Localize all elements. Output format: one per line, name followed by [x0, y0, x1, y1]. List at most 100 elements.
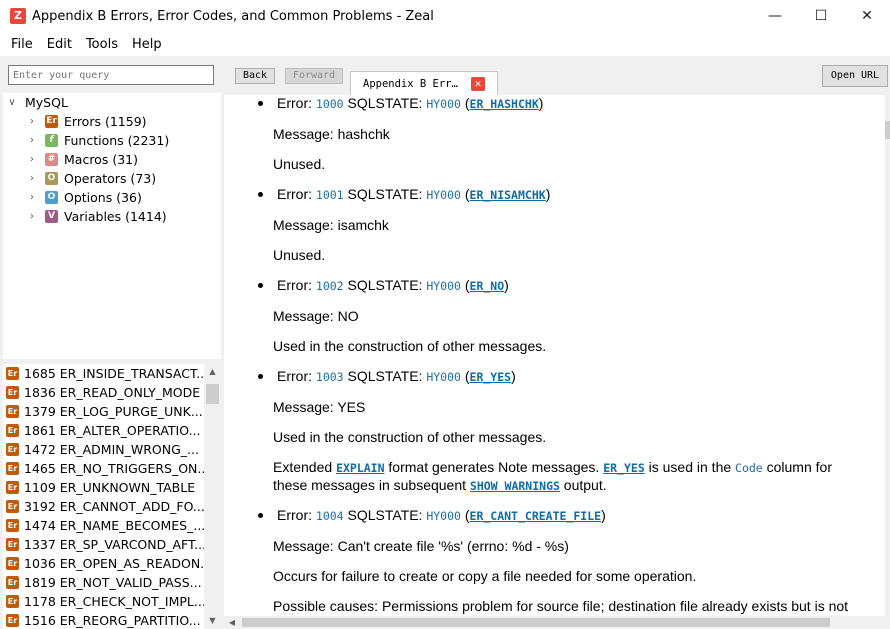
open-url-button[interactable]: Open URL [822, 65, 888, 87]
search-input[interactable] [8, 65, 214, 85]
list-item[interactable]: Er 1685 ER_INSIDE_TRANSACT... [6, 364, 208, 383]
error-note: Unused. [273, 156, 326, 172]
list-item[interactable]: Er 1516 ER_REORG_PARTITIO... [6, 611, 201, 629]
list-item-label: 1516 ER_REORG_PARTITIO... [24, 613, 201, 628]
list-item[interactable]: Er 1472 ER_ADMIN_WRONG_... [6, 440, 199, 459]
list-item[interactable]: Er 1337 ER_SP_VARCOND_AFT... [6, 535, 206, 554]
chevron-down-icon[interactable]: ∨ [5, 97, 19, 108]
error-message: Message: isamchk [273, 217, 389, 233]
sqlstate-label: SQLSTATE: [347, 186, 423, 202]
maximize-button[interactable]: ☐ [798, 0, 844, 32]
tree-item-variables[interactable]: › V Variables (1414) [25, 207, 167, 226]
sqlstate-value: HY000 [426, 370, 461, 384]
error-type-icon: Er [6, 500, 19, 513]
scrollbar-thumb[interactable] [206, 384, 219, 404]
list-item[interactable]: Er 1861 ER_ALTER_OPERATIO... [6, 421, 201, 440]
list-item[interactable]: Er 1465 ER_NO_TRIGGERS_ON... [6, 459, 209, 478]
content-horizontal-scrollbar[interactable]: ◀ [224, 616, 890, 629]
options-type-icon: O [45, 191, 58, 204]
list-item[interactable]: Er 1474 ER_NAME_BECOMES_... [6, 516, 205, 535]
show-warnings-link[interactable]: SHOW WARNINGS [470, 479, 560, 493]
tab-appendix-b[interactable]: Appendix B Err… ✕ [350, 71, 498, 95]
tree-item-operators[interactable]: › O Operators (73) [25, 169, 156, 188]
tree-root-mysql[interactable]: ∨ MySQL [5, 93, 68, 112]
errors-type-icon: Er [45, 115, 58, 128]
menu-tools[interactable]: Tools [79, 37, 125, 52]
chevron-right-icon[interactable]: › [25, 173, 39, 184]
close-tab-icon[interactable]: ✕ [471, 77, 485, 91]
list-item-label: 1178 ER_CHECK_NOT_IMPL... [24, 594, 206, 609]
list-item-label: 1474 ER_NAME_BECOMES_... [24, 518, 206, 533]
scroll-left-arrow-icon[interactable]: ◀ [224, 616, 240, 629]
sqlstate-value: HY000 [426, 509, 461, 523]
error-type-icon: Er [6, 405, 19, 418]
menu-file[interactable]: File [4, 37, 40, 52]
error-note: Used in the construction of other messag… [273, 338, 547, 354]
list-item[interactable]: Er 1379 ER_LOG_PURGE_UNK... [6, 402, 203, 421]
tree-item-errors[interactable]: › Er Errors (1159) [25, 112, 147, 131]
list-item[interactable]: Er 1819 ER_NOT_VALID_PASS... [6, 573, 202, 592]
title-bar: Z Appendix B Errors, Error Codes, and Co… [0, 0, 890, 32]
tree-item-label: Macros (31) [64, 152, 138, 167]
forward-button[interactable]: Forward [285, 68, 343, 84]
error-label: Error: [277, 186, 312, 202]
error-heading: Error: 1003 SQLSTATE: HY000 (ER_YES) [277, 368, 516, 384]
error-code: 1003 [315, 370, 344, 384]
list-item[interactable]: Er 1836 ER_READ_ONLY_MODE [6, 383, 200, 402]
error-name-link[interactable]: ER_CANT_CREATE_FILE [470, 509, 602, 523]
error-type-icon: Er [6, 614, 19, 627]
list-item[interactable]: Er 3192 ER_CANNOT_ADD_FO... [6, 497, 205, 516]
menu-help[interactable]: Help [125, 37, 169, 52]
back-button[interactable]: Back [235, 68, 275, 84]
chevron-right-icon[interactable]: › [25, 135, 39, 146]
list-item[interactable]: Er 1109 ER_UNKNOWN_TABLE [6, 478, 195, 497]
tree-item-label: Options (36) [64, 190, 142, 205]
explain-link[interactable]: EXPLAIN [336, 461, 384, 475]
tree-item-functions[interactable]: › f Functions (2231) [25, 131, 169, 150]
variables-type-icon: V [45, 210, 58, 223]
tree-item-options[interactable]: › O Options (36) [25, 188, 142, 207]
paragraph-text: format generates Note messages. [384, 459, 604, 475]
scroll-up-arrow-icon[interactable]: ▲ [204, 364, 221, 380]
list-item-label: 3192 ER_CANNOT_ADD_FO... [24, 499, 205, 514]
error-label: Error: [277, 507, 312, 523]
list-item[interactable]: Er 1036 ER_OPEN_AS_READON... [6, 554, 212, 573]
tree-item-macros[interactable]: › # Macros (31) [25, 150, 138, 169]
error-message: Message: hashchk [273, 126, 390, 142]
functions-type-icon: f [45, 134, 58, 147]
close-window-button[interactable]: ✕ [844, 0, 890, 32]
list-item-label: 1337 ER_SP_VARCOND_AFT... [24, 537, 207, 552]
menu-edit[interactable]: Edit [40, 37, 79, 52]
chevron-right-icon[interactable]: › [25, 211, 39, 222]
zeal-app-icon: Z [10, 8, 26, 24]
error-type-icon: Er [6, 557, 19, 570]
minimize-button[interactable]: — [752, 0, 798, 32]
error-name-link[interactable]: ER_NISAMCHK [470, 188, 546, 202]
chevron-right-icon[interactable]: › [25, 192, 39, 203]
sqlstate-label: SQLSTATE: [347, 277, 423, 293]
error-message: Message: YES [273, 399, 366, 415]
chevron-right-icon[interactable]: › [25, 116, 39, 127]
scroll-down-arrow-icon[interactable]: ▼ [204, 613, 221, 629]
macros-type-icon: # [45, 153, 58, 166]
chevron-right-icon[interactable]: › [25, 154, 39, 165]
error-name-link[interactable]: ER_NO [470, 279, 505, 293]
docset-tree: ∨ MySQL › Er Errors (1159) › f Functions… [3, 93, 221, 359]
error-type-icon: Er [6, 367, 19, 380]
scrollbar-thumb[interactable] [242, 618, 830, 627]
content-vertical-scrollbar[interactable] [885, 95, 890, 616]
error-note: Used in the construction of other messag… [273, 429, 547, 445]
menu-bar: File Edit Tools Help [0, 32, 890, 56]
error-name-link[interactable]: ER_HASHCHK [470, 97, 539, 111]
scrollbar-thumb[interactable] [885, 121, 890, 139]
results-scrollbar[interactable]: ▲ ▼ [204, 364, 221, 629]
error-type-icon: Er [6, 576, 19, 589]
list-item-label: 1819 ER_NOT_VALID_PASS... [24, 575, 202, 590]
error-type-icon: Er [6, 595, 19, 608]
er-yes-link[interactable]: ER_YES [603, 461, 645, 475]
error-name-link[interactable]: ER_YES [470, 370, 512, 384]
error-heading: Error: 1002 SQLSTATE: HY000 (ER_NO) [277, 277, 509, 293]
error-label: Error: [277, 368, 312, 384]
list-item[interactable]: Er 1178 ER_CHECK_NOT_IMPL... [6, 592, 206, 611]
list-item-label: 1472 ER_ADMIN_WRONG_... [24, 442, 199, 457]
